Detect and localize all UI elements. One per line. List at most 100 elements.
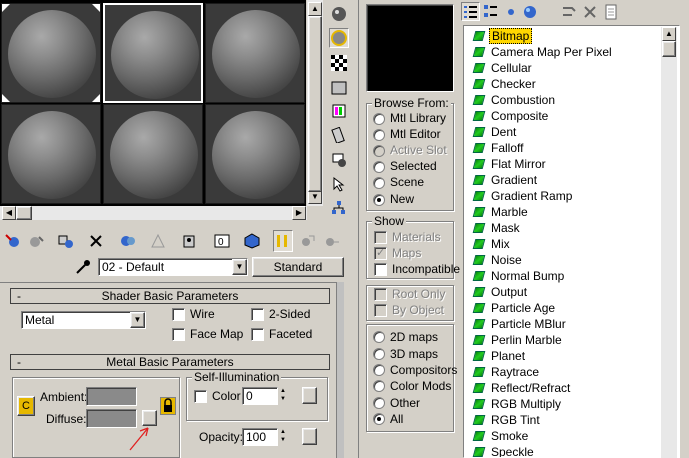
rollout-scrollbar[interactable] — [336, 282, 344, 458]
category-3d-maps-radio[interactable] — [373, 348, 385, 360]
browse-scene-radio[interactable] — [373, 177, 385, 189]
delete-icon[interactable] — [581, 3, 599, 21]
sample-type-icon[interactable] — [329, 4, 349, 24]
category-all-radio[interactable] — [373, 413, 385, 425]
material-name-field[interactable]: 02 - Default ▼ — [98, 258, 248, 276]
make-material-copy-icon[interactable] — [118, 230, 138, 252]
self-illum-color-checkbox[interactable] — [194, 390, 207, 403]
ambient-color-swatch[interactable] — [86, 387, 137, 406]
checker-background-icon[interactable] — [329, 53, 349, 73]
video-color-check-icon[interactable] — [329, 101, 349, 121]
go-to-parent-icon[interactable] — [298, 230, 318, 252]
clear-library-icon[interactable] — [602, 3, 620, 21]
scroll-down-arrow-icon[interactable]: ▼ — [308, 190, 322, 204]
uv-tiling-icon[interactable] — [329, 78, 349, 98]
sample-slot-2-active[interactable] — [103, 3, 203, 103]
self-illum-map-button[interactable] — [302, 387, 317, 404]
material-type-button[interactable]: Standard — [252, 257, 344, 277]
sample-slot-1[interactable] — [1, 3, 101, 103]
map-list-item[interactable]: Checker — [472, 76, 538, 92]
go-forward-to-sibling-icon[interactable] — [322, 230, 342, 252]
put-to-library-icon[interactable] — [180, 230, 200, 252]
get-material-icon[interactable] — [4, 230, 24, 252]
map-list-item[interactable]: Cellular — [472, 60, 534, 76]
self-illum-value-field[interactable]: 0 — [242, 387, 278, 405]
map-list-item[interactable]: RGB Multiply — [472, 396, 563, 412]
view-list-icon[interactable] — [461, 2, 480, 21]
map-list-item[interactable]: RGB Tint — [472, 412, 542, 428]
put-material-to-scene-icon[interactable] — [26, 230, 46, 252]
faceted-checkbox[interactable] — [251, 328, 264, 341]
map-list-item[interactable]: Reflect/Refract — [472, 380, 572, 396]
view-small-icons-icon[interactable] — [503, 3, 519, 21]
shader-type-dropdown[interactable]: Metal ▼ — [21, 311, 146, 329]
map-list-item[interactable]: Gradient — [472, 172, 539, 188]
options-icon[interactable] — [329, 150, 349, 170]
backlight-icon[interactable] — [329, 28, 349, 48]
metal-basic-rollout-header[interactable]: - Metal Basic Parameters — [10, 354, 330, 370]
map-list-vscroll-track[interactable] — [661, 27, 677, 458]
ambient-diffuse-lock-button[interactable]: C — [17, 396, 35, 416]
map-list-item[interactable]: Output — [472, 284, 529, 300]
map-list-item[interactable]: Planet — [472, 348, 527, 364]
view-large-icons-icon[interactable] — [521, 3, 539, 21]
slots-vscroll-thumb[interactable] — [308, 16, 322, 192]
wire-checkbox[interactable] — [172, 308, 185, 321]
sample-slot-6[interactable] — [205, 104, 305, 204]
scroll-right-arrow-icon[interactable]: ▶ — [292, 206, 306, 220]
map-list-item[interactable]: Noise — [472, 252, 524, 268]
map-list-item[interactable]: Particle Age — [472, 300, 557, 316]
select-by-material-icon[interactable] — [329, 174, 349, 194]
map-list-item[interactable]: Flat Mirror — [472, 156, 548, 172]
sample-slot-3[interactable] — [205, 3, 305, 103]
map-list-item[interactable]: Gradient Ramp — [472, 188, 574, 204]
browse-mtl-library-radio[interactable] — [373, 113, 385, 125]
opacity-map-button[interactable] — [302, 428, 317, 445]
self-illum-spinner[interactable]: ▲ ▼ — [278, 387, 288, 405]
map-list-item[interactable]: Speckle — [472, 444, 536, 457]
map-list-item[interactable]: Camera Map Per Pixel — [472, 44, 614, 60]
map-list-item[interactable]: Particle MBlur — [472, 316, 568, 332]
map-list-item[interactable]: Composite — [472, 108, 550, 124]
assign-material-icon[interactable] — [56, 230, 76, 252]
show-end-result-icon[interactable] — [273, 230, 293, 252]
material-effects-channel-icon[interactable]: 0 — [212, 230, 232, 252]
face-map-checkbox[interactable] — [172, 328, 185, 341]
map-list-item[interactable]: Smoke — [472, 428, 530, 444]
show-map-in-viewport-icon[interactable] — [242, 230, 262, 252]
browse-selected-radio[interactable] — [373, 161, 385, 173]
map-list-item[interactable]: Raytrace — [472, 364, 541, 380]
map-list-item[interactable]: Combustion — [472, 92, 557, 108]
category-compositors-radio[interactable] — [373, 364, 385, 376]
make-unique-icon[interactable] — [148, 230, 168, 252]
pick-material-from-object-icon[interactable] — [74, 258, 92, 276]
reset-map-icon[interactable] — [86, 230, 106, 252]
map-list-item[interactable]: Mix — [472, 236, 512, 252]
slots-hscroll-thumb[interactable] — [16, 206, 32, 220]
map-list-item[interactable]: Perlin Marble — [472, 332, 564, 348]
show-incompatible-checkbox[interactable] — [374, 263, 387, 276]
slots-hscroll-track[interactable] — [0, 206, 307, 220]
two-sided-checkbox[interactable] — [251, 308, 264, 321]
browse-new-radio[interactable] — [373, 194, 385, 206]
map-list-item[interactable]: Bitmap — [472, 28, 533, 44]
sample-slot-5[interactable] — [103, 104, 203, 204]
map-list-item[interactable]: Dent — [472, 124, 518, 140]
opacity-field[interactable]: 100 — [242, 428, 278, 446]
opacity-spinner[interactable]: ▲ ▼ — [278, 428, 288, 446]
map-list-scroll-up-icon[interactable]: ▲ — [662, 27, 676, 41]
scroll-left-arrow-icon[interactable]: ◀ — [2, 206, 16, 220]
category-color-mods-radio[interactable] — [373, 380, 385, 392]
map-list-item[interactable]: Marble — [472, 204, 530, 220]
map-list-scroll-thumb[interactable] — [662, 41, 676, 57]
map-list-item[interactable]: Mask — [472, 220, 522, 236]
view-list-icons-icon[interactable] — [482, 3, 500, 21]
browse-mtl-editor-radio[interactable] — [373, 129, 385, 141]
update-scene-materials-icon[interactable] — [560, 3, 578, 21]
sample-slot-4[interactable] — [1, 104, 101, 204]
material-navigator-icon[interactable] — [329, 198, 349, 218]
chevron-down-icon[interactable]: ▼ — [130, 312, 145, 328]
map-list-item[interactable]: Normal Bump — [472, 268, 566, 284]
scroll-up-arrow-icon[interactable]: ▲ — [308, 2, 322, 16]
category-2d-maps-radio[interactable] — [373, 331, 385, 343]
